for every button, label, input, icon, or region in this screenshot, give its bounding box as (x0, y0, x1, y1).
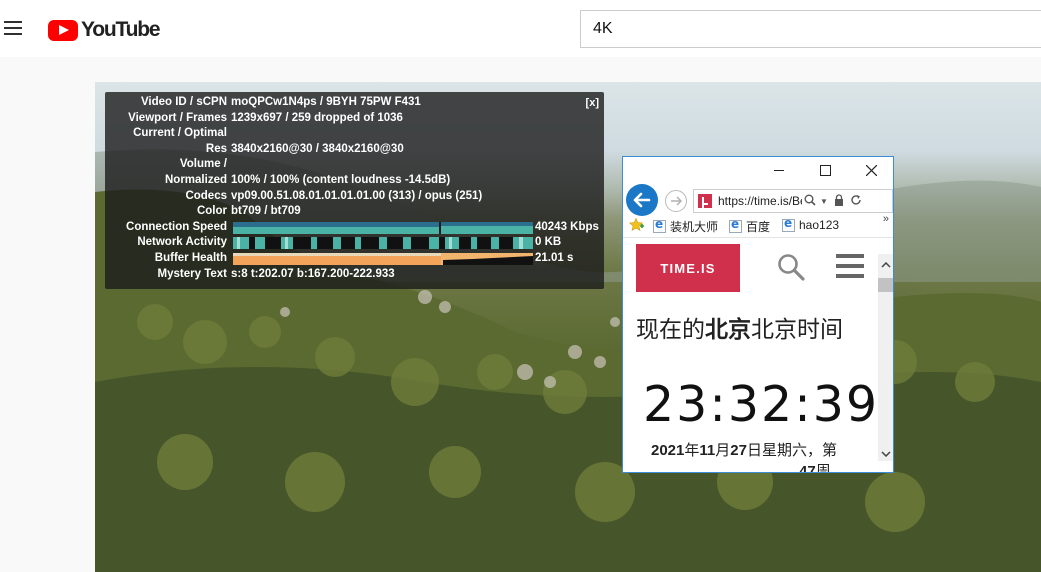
youtube-play-icon (48, 19, 78, 41)
date-text: 日星期六，第 (746, 442, 837, 459)
favorite-label: 装机大师 (670, 220, 719, 234)
buffer-health-value: 21.01 s (535, 252, 574, 264)
ie-page-icon (782, 216, 795, 232)
search-icon[interactable] (804, 194, 816, 209)
date-day: 27 (730, 442, 747, 459)
address-bar[interactable]: https://time.is/Beij ▼ (693, 189, 893, 213)
stats-label: Buffer Health (154, 252, 227, 264)
current-date: 2021年11月27日星期六，第 47周 (651, 440, 881, 473)
vertical-scrollbar[interactable] (878, 254, 893, 461)
stats-label: Viewport / Frames (128, 112, 227, 124)
forward-arrow-icon (671, 196, 682, 206)
maximize-icon (819, 164, 831, 176)
stats-label: Network Activity (137, 236, 227, 248)
favorites-star-icon[interactable] (629, 218, 645, 232)
menu-icon[interactable] (836, 254, 864, 278)
date-text: 月 (715, 442, 731, 459)
favorite-label: hao123 (799, 218, 840, 232)
refresh-icon[interactable] (850, 194, 862, 209)
ie-browser-window: https://time.is/Beij ▼ 装机大师 百度 h (622, 156, 894, 473)
stats-row: Current / Optimal (105, 127, 604, 141)
connection-speed-graph (233, 222, 533, 234)
date-text: 周 (815, 463, 831, 473)
stats-label: Video ID / sCPN (140, 96, 227, 108)
maximize-button[interactable] (805, 159, 845, 181)
page-content: TIME.IS 现在的北京北京时间 23:32:39 2021年11月27日星期… (623, 238, 881, 473)
stats-row: Viewport / Frames 1239x697 / 259 dropped… (105, 112, 604, 126)
stats-label: Current / Optimal (133, 127, 227, 139)
stats-row: Volume / (105, 158, 604, 172)
stats-label: Codecs (185, 190, 227, 202)
ie-page-icon (729, 217, 742, 233)
date-week: 47 (799, 463, 816, 473)
heading-text: 现在的 (636, 316, 705, 342)
stats-label: Res (205, 143, 227, 155)
date-month: 11 (699, 442, 716, 459)
stats-for-nerds-panel: [x] Video ID / sCPN moQPCw1N4ps / 9BYH 7… (105, 92, 604, 289)
stats-value: moQPCw1N4ps / 9BYH 75PW F431 (231, 96, 421, 108)
stats-value: bt709 / bt709 (231, 205, 301, 217)
stats-label: Color (196, 205, 227, 217)
back-arrow-icon (633, 192, 651, 208)
stats-row: Mystery Text s:8 t:202.07 b:167.200-222.… (105, 268, 604, 282)
date-text: 年 (684, 442, 700, 459)
date-year: 2021 (651, 442, 685, 459)
stats-row: Color bt709 / bt709 (105, 205, 604, 219)
stats-label: Mystery Text (157, 268, 227, 280)
minimize-button[interactable] (759, 159, 799, 181)
heading-city: 北京 (705, 316, 751, 342)
hamburger-menu-icon[interactable] (4, 21, 22, 35)
stats-row-network-activity: Network Activity 0 KB (105, 236, 604, 250)
favorite-link[interactable]: 装机大师 (653, 217, 719, 235)
scroll-down-icon[interactable] (878, 447, 893, 461)
scrollbar-thumb[interactable] (878, 278, 893, 292)
window-titlebar (623, 157, 893, 183)
stats-row-buffer-health: Buffer Health 21.01 s (105, 252, 604, 266)
stats-value: 100% / 100% (content loudness -14.5dB) (231, 174, 451, 186)
network-activity-graph (233, 237, 533, 249)
address-url[interactable]: https://time.is/Beij (718, 194, 802, 208)
favorite-link[interactable]: 百度 (729, 217, 771, 235)
connection-speed-value: 40243 Kbps (535, 221, 599, 233)
page-heading: 现在的北京北京时间 (636, 316, 876, 343)
youtube-logo[interactable]: YouTube (48, 18, 161, 41)
stats-row: Video ID / sCPN moQPCw1N4ps / 9BYH 75PW … (105, 96, 604, 110)
search-icon[interactable] (777, 253, 805, 281)
favorites-bar: 装机大师 百度 hao123 » (623, 213, 893, 238)
favorite-link[interactable]: hao123 (782, 216, 840, 232)
stats-value: 1239x697 / 259 dropped of 1036 (231, 112, 403, 124)
close-window-button[interactable] (851, 159, 891, 181)
heading-text: 北京时间 (751, 316, 843, 342)
stats-row-connection-speed: Connection Speed 40243 Kbps (105, 221, 604, 235)
stats-value: s:8 t:202.07 b:167.200-222.933 (231, 268, 395, 280)
stats-value: vp09.00.51.08.01.01.01.01.00 (313) / opu… (231, 190, 483, 202)
buffer-health-graph (233, 253, 533, 265)
timeis-logo[interactable]: TIME.IS (636, 244, 740, 292)
scroll-up-icon[interactable] (878, 258, 893, 272)
forward-button[interactable] (665, 190, 687, 212)
favorites-overflow-button[interactable]: » (883, 213, 889, 225)
search-input[interactable] (580, 10, 1041, 48)
lock-icon[interactable] (834, 194, 844, 209)
stats-label: Volume / (179, 158, 227, 170)
back-button[interactable] (626, 184, 658, 216)
favorite-label: 百度 (746, 220, 771, 234)
youtube-header: YouTube (0, 0, 1041, 57)
dropdown-chevron-icon[interactable]: ▼ (820, 197, 828, 206)
site-favicon-icon (698, 194, 712, 208)
close-icon (865, 164, 877, 176)
stats-row: Codecs vp09.00.51.08.01.01.01.01.00 (313… (105, 190, 604, 204)
stats-label: Normalized (165, 174, 227, 186)
stats-value: 3840x2160@30 / 3840x2160@30 (231, 143, 404, 155)
stats-label: Connection Speed (126, 221, 227, 233)
navigation-bar: https://time.is/Beij ▼ (623, 181, 893, 216)
ie-page-icon (653, 217, 666, 233)
stats-row: Normalized 100% / 100% (content loudness… (105, 174, 604, 188)
minimize-icon (774, 169, 784, 171)
network-activity-value: 0 KB (535, 236, 562, 248)
current-time: 23:32:39 (643, 376, 880, 433)
youtube-logo-text: YouTube (81, 18, 161, 41)
stats-row: Res 3840x2160@30 / 3840x2160@30 (105, 143, 604, 157)
